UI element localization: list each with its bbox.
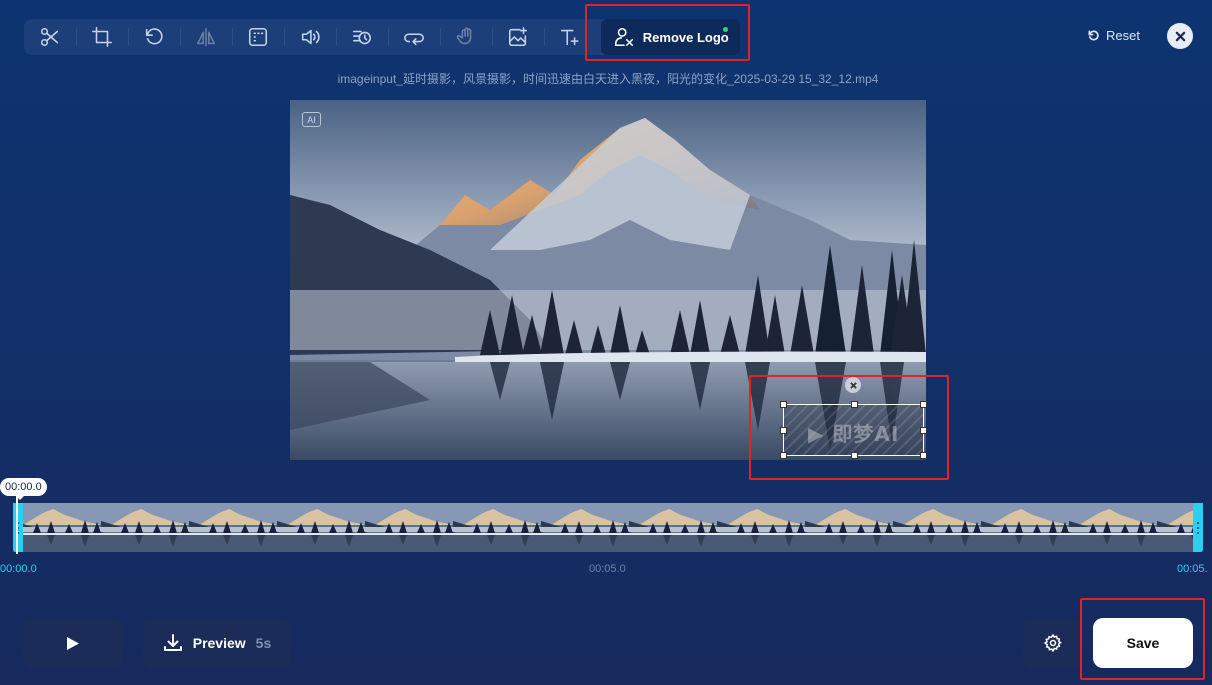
cut-tool-button[interactable] [24,19,76,55]
editor-toolbar: Remove Logo [24,19,741,55]
resize-handle-right[interactable] [920,427,927,434]
trim-handle-start[interactable] [13,503,23,552]
play-button[interactable] [23,618,123,668]
undo-icon [1088,30,1099,41]
preview-button[interactable]: Preview 5s [143,618,291,668]
video-filename: imageinput_延时摄影，风景摄影，时间迅速由白天进入黑夜，阳光的变化_2… [337,72,879,86]
volume-icon [301,29,320,45]
image-add-icon [508,27,527,47]
playhead[interactable] [16,494,18,554]
remove-logo-tool-button[interactable]: Remove Logo [601,19,741,55]
preview-label: Preview [192,635,246,651]
filmstrip-frame [893,503,981,552]
ai-badge: AI [302,112,321,127]
remove-logo-icon [614,27,633,47]
loop-tool-button[interactable] [387,19,440,55]
resize-handle-left[interactable] [780,427,787,434]
filmstrip-frame [541,503,629,552]
add-text-tool-button[interactable] [543,19,596,55]
crop-tool-button[interactable] [75,19,128,55]
filmstrip-frame [453,503,541,552]
remove-selection-button[interactable] [845,377,861,393]
filmstrip-frame [189,503,277,552]
close-icon [849,381,857,389]
rotate-icon [145,28,163,45]
filmstrip-frame [805,503,893,552]
filmstrip-frame [101,503,189,552]
resize-handle-top-right[interactable] [920,401,927,408]
scissors-icon [40,27,59,47]
speed-tool-button[interactable] [335,19,388,55]
flip-icon [196,27,215,47]
close-icon [1175,31,1185,41]
settings-button[interactable] [1023,618,1083,668]
filmstrip-frame [717,503,805,552]
volume-tool-button[interactable] [283,19,336,55]
flip-tool-button[interactable] [179,19,232,55]
loop-icon [403,33,424,46]
resize-handle-top[interactable] [851,401,858,408]
add-image-tool-button[interactable] [491,19,544,55]
resize-handle-top-left[interactable] [780,401,787,408]
timeline-filmstrip[interactable] [13,503,1203,552]
stabilize-tool-button[interactable] [439,19,492,55]
resize-handle-bottom-left[interactable] [780,452,787,459]
filmstrip-frame [277,503,365,552]
logo-selection-box[interactable]: ▶ 即梦AI [780,401,927,459]
rotate-tool-button[interactable] [127,19,180,55]
remove-logo-label: Remove Logo [642,29,729,45]
preview-duration: 5s [255,635,272,651]
trim-handle-end[interactable] [1193,503,1203,552]
speed-icon [352,30,371,45]
resize-handle-bottom[interactable] [851,452,858,459]
filmstrip-frame [1069,503,1157,552]
active-indicator-dot [723,27,729,32]
filmstrip-frame [629,503,717,552]
resize-icon [248,27,267,47]
filmstrip-frame [981,503,1069,552]
filmstrip-frame [13,503,101,552]
gear-icon [1043,633,1062,653]
download-icon [163,634,182,651]
resize-handle-bottom-right[interactable] [920,452,927,459]
reset-label: Reset [1106,28,1140,43]
timeline-start-label: 00:00.0 [0,563,37,575]
reset-button[interactable]: Reset [1087,28,1140,43]
watermark-logo: ▶ 即梦AI [808,422,900,446]
crop-icon [91,27,112,47]
stabilize-icon [456,27,471,45]
play-icon [67,636,79,650]
playhead-time-badge: 00:00.0 [0,478,47,500]
timeline-end-label: 00:05. [1177,563,1208,575]
timeline-mid-label: 00:05.0 [589,563,626,575]
save-button[interactable]: Save [1093,618,1193,668]
text-add-icon [560,29,579,46]
filmstrip-frame [365,503,453,552]
close-button[interactable] [1167,23,1193,49]
resize-tool-button[interactable] [231,19,284,55]
